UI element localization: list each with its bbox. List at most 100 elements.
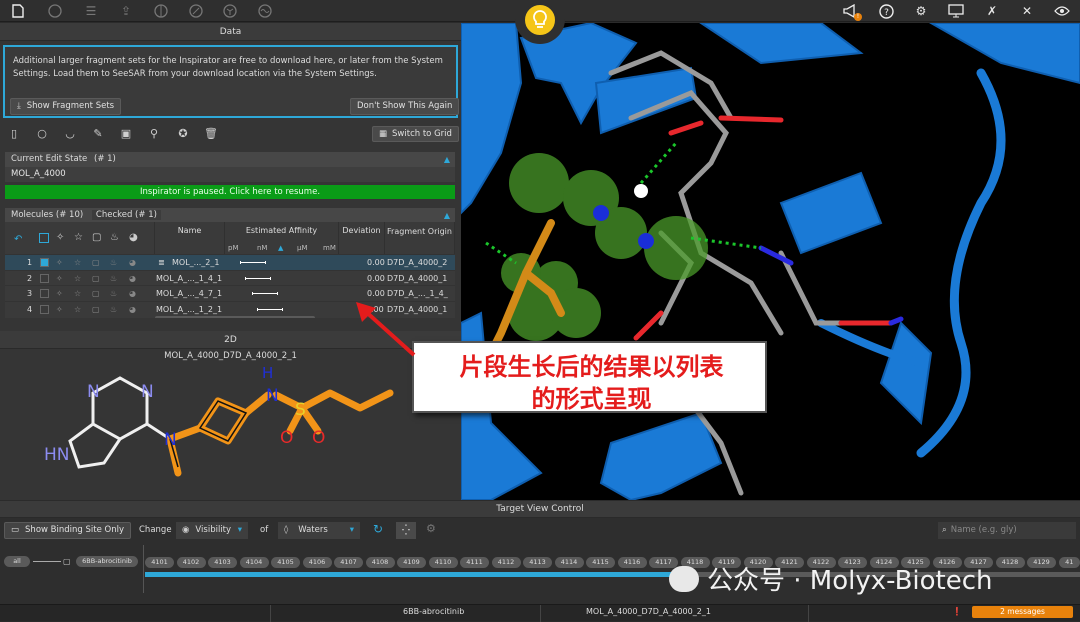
star-icon[interactable]: ☆ <box>74 232 83 243</box>
comment-icon[interactable]: ▢ <box>92 271 100 287</box>
chain-all-pill[interactable]: all <box>4 556 30 567</box>
residue-pill[interactable]: 4110 <box>429 557 458 568</box>
residue-search[interactable]: ⌕Name (e.g. gly) <box>938 522 1076 539</box>
residue-pill[interactable]: 4103 <box>208 557 237 568</box>
messages-badge[interactable]: 2 messages <box>972 606 1073 618</box>
link-icon[interactable] <box>188 3 204 19</box>
settings-eye-icon[interactable]: ⚙ <box>426 522 442 538</box>
table-row[interactable]: 1✧☆▢♨◕≣MOL_..._2_10.00D7D_A_4000_2 <box>5 254 455 270</box>
palette-icon[interactable]: ◕ <box>129 255 136 271</box>
comment-icon[interactable]: ▢ <box>92 286 100 302</box>
residue-pill[interactable]: 41 <box>1059 557 1080 568</box>
file-icon[interactable] <box>10 3 26 19</box>
pin-icon[interactable]: ✧ <box>56 302 63 318</box>
residue-pill[interactable]: 4128 <box>996 557 1025 568</box>
switch-to-grid-button[interactable]: ▦Switch to Grid <box>372 126 459 142</box>
show-binding-site-button[interactable]: ▭Show Binding Site Only <box>4 522 131 539</box>
collapse-icon[interactable]: ▲ <box>444 152 450 167</box>
visibility-dropdown[interactable]: ◉Visibility ▾ <box>176 522 248 539</box>
tab-molecules[interactable]: Molecules (# 10) <box>11 210 83 220</box>
pin-icon[interactable]: ✧ <box>56 286 63 302</box>
residue-pill[interactable]: 4113 <box>523 557 552 568</box>
molecule-icon[interactable] <box>153 3 169 19</box>
flame-icon[interactable]: ♨ <box>110 255 117 271</box>
flame-icon[interactable]: ♨ <box>110 271 117 287</box>
comment-icon[interactable]: ▢ <box>92 302 100 318</box>
waters-dropdown[interactable]: ◊Waters ▾ <box>278 522 360 539</box>
residue-pill[interactable]: 4107 <box>334 557 363 568</box>
edit-icon[interactable]: ✎ <box>90 126 106 142</box>
star-icon[interactable]: ☆ <box>74 302 81 318</box>
trash-icon[interactable]: 🗑 <box>203 126 219 142</box>
residue-pill[interactable]: 4112 <box>492 557 521 568</box>
wrench-icon[interactable]: ✕ <box>1019 3 1035 19</box>
refresh-icon[interactable]: ↻ <box>370 522 386 538</box>
sliders-icon[interactable]: ☰ <box>83 3 99 19</box>
pin-icon[interactable]: ✧ <box>56 255 63 271</box>
help-icon[interactable]: ? <box>878 3 894 19</box>
residue-pill[interactable]: 4111 <box>460 557 489 568</box>
current-edit-state-header[interactable]: Current Edit State (# 1) ▲ <box>5 152 455 167</box>
tab-checked[interactable]: Checked (# 1) <box>92 210 161 220</box>
database-icon[interactable]: ▯ <box>6 126 22 142</box>
row-checkbox[interactable] <box>40 258 49 267</box>
pin-icon[interactable]: ✧ <box>56 232 64 243</box>
pin-icon[interactable]: ✧ <box>56 271 63 287</box>
comment-icon[interactable]: ▢ <box>92 255 100 271</box>
select-all-checkbox[interactable] <box>39 233 49 243</box>
cube-icon[interactable] <box>222 3 238 19</box>
wave-icon[interactable] <box>257 3 273 19</box>
palette-icon[interactable]: ◕ <box>129 232 138 243</box>
residue-pill[interactable]: 4108 <box>366 557 395 568</box>
col-deviation[interactable]: Deviation <box>339 222 385 254</box>
ligand-pill[interactable]: 6BB-abrocitinib <box>76 556 138 567</box>
residue-pill[interactable]: 4115 <box>586 557 615 568</box>
col-fragment-origin[interactable]: Fragment Origin <box>385 222 455 254</box>
pdb-icon[interactable] <box>47 3 63 19</box>
residue-pill[interactable]: 4104 <box>240 557 269 568</box>
palette-icon[interactable]: ◕ <box>129 271 136 287</box>
star-icon[interactable]: ☆ <box>74 255 81 271</box>
palette-icon[interactable]: ◕ <box>129 286 136 302</box>
residue-pill[interactable]: 4116 <box>618 557 647 568</box>
residue-pill[interactable]: 4105 <box>271 557 300 568</box>
flame-icon[interactable]: ♨ <box>110 302 117 318</box>
table-row[interactable]: 3✧☆▢♨◕MOL_A_..._4_7_10.00D7D_A_..._1_4_ <box>5 285 455 301</box>
upload-icon[interactable]: ⇪ <box>118 3 134 19</box>
residue-scrollbar-thumb[interactable] <box>145 572 675 577</box>
table-scrollbar[interactable] <box>155 316 315 318</box>
row-checkbox[interactable] <box>40 274 49 283</box>
monitor-icon[interactable] <box>948 3 964 19</box>
table-row[interactable]: 2✧☆▢♨◕MOL_A_..._1_4_10.00D7D_A_4000_1 <box>5 270 455 286</box>
flame-icon[interactable]: ♨ <box>110 232 119 243</box>
scatter-icon[interactable]: ⁛ <box>396 522 416 539</box>
show-fragment-sets-button[interactable]: ⤓Show Fragment Sets <box>10 98 121 115</box>
star-icon[interactable]: ☆ <box>74 286 81 302</box>
residue-pill[interactable]: 4109 <box>397 557 426 568</box>
bowl-icon[interactable]: ◡ <box>62 126 78 142</box>
3d-view[interactable] <box>461 23 1080 500</box>
residue-pill[interactable]: 4102 <box>177 557 206 568</box>
col-affinity[interactable]: Estimated Affinity pM nM ▲ μM mM <box>225 222 339 254</box>
gear-icon[interactable]: ⚙ <box>913 3 929 19</box>
save-icon[interactable]: ▣ <box>118 126 134 142</box>
residue-pill[interactable]: 4114 <box>555 557 584 568</box>
star-icon[interactable]: ☆ <box>74 271 81 287</box>
collapse-icon[interactable]: ▲ <box>444 208 450 223</box>
row-checkbox[interactable] <box>40 289 49 298</box>
megaphone-icon[interactable]: ! <box>843 3 859 19</box>
row-checkbox[interactable] <box>40 305 49 314</box>
flame-icon[interactable]: ♨ <box>110 286 117 302</box>
residue-pill[interactable]: 4106 <box>303 557 332 568</box>
sort-asc-icon[interactable]: ▲ <box>278 244 283 252</box>
star-badge-icon[interactable]: ✪ <box>175 126 191 142</box>
residue-pill[interactable]: 4101 <box>145 557 174 568</box>
circle-icon[interactable]: ○ <box>34 126 50 142</box>
eye-icon[interactable] <box>1054 3 1070 19</box>
inspirator-paused-banner[interactable]: Inspirator is paused. Click here to resu… <box>5 185 455 199</box>
residue-pill[interactable]: 4129 <box>1027 557 1056 568</box>
comment-icon[interactable]: ▢ <box>92 232 101 243</box>
dont-show-again-button[interactable]: Don't Show This Again <box>350 98 459 115</box>
undo-icon[interactable]: ↶ <box>14 234 22 245</box>
palette-icon[interactable]: ◕ <box>129 302 136 318</box>
